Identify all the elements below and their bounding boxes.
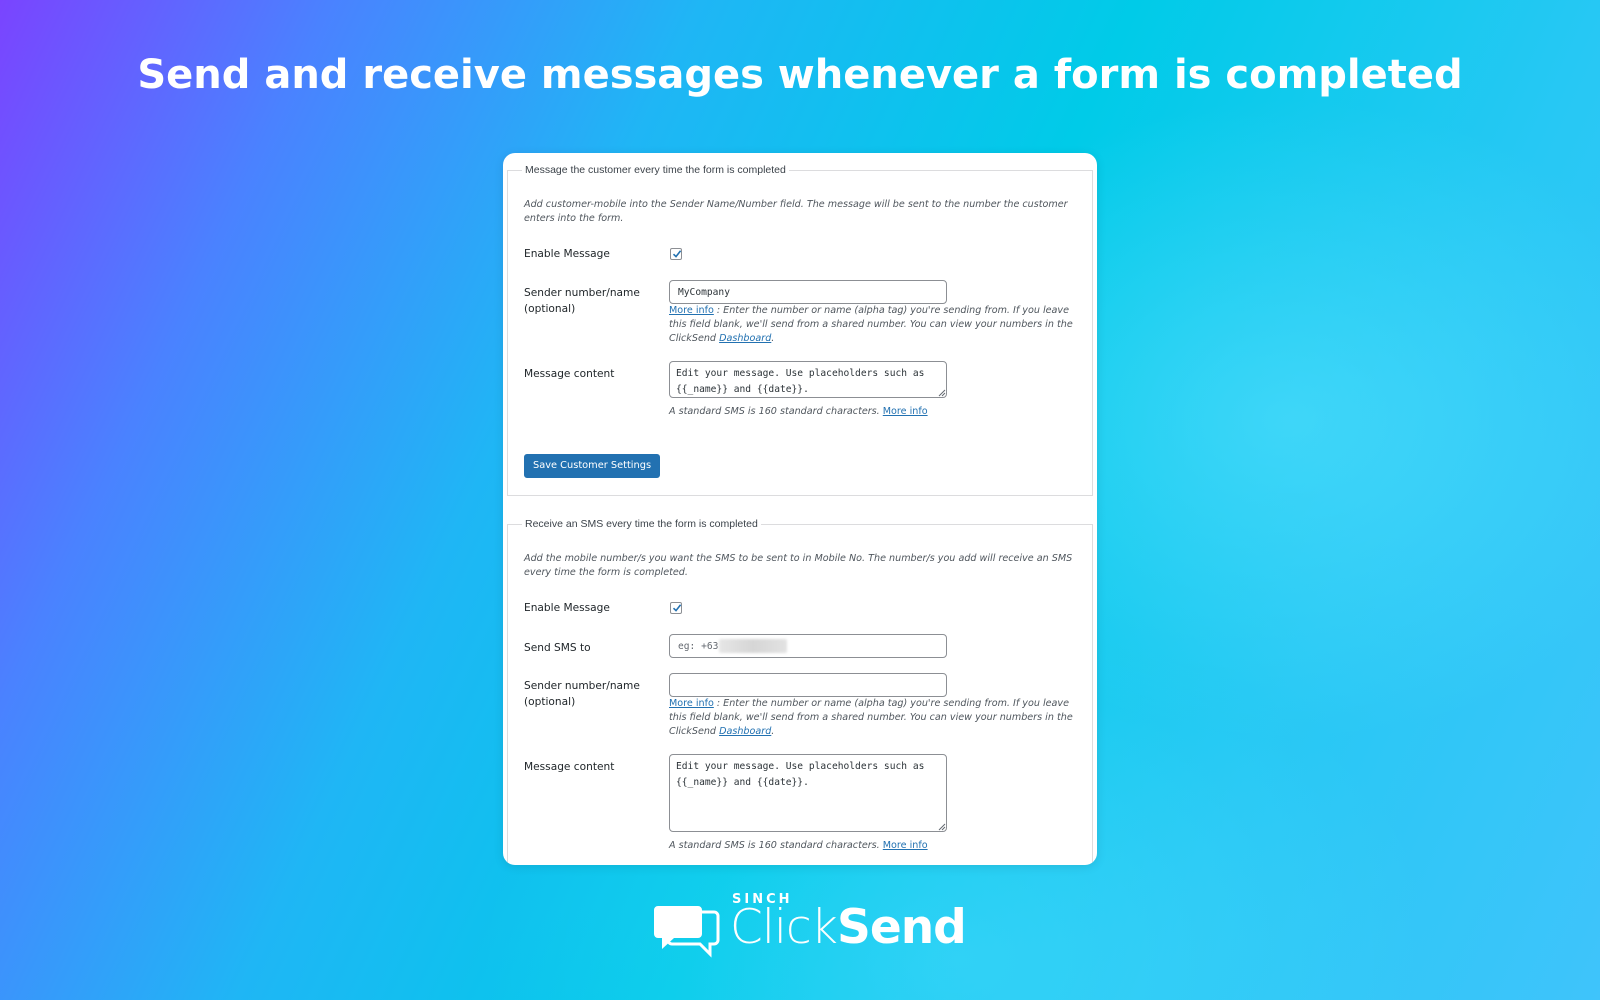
customer-sender-help: More info : Enter the number or name (al…	[669, 304, 1077, 346]
customer-section-legend: Message the customer every time the form…	[525, 164, 786, 176]
receive-sender-label: Sender number/name (optional)	[524, 680, 640, 708]
customer-sms-more-info-link[interactable]: More info	[883, 406, 928, 417]
customer-message-section: Message the customer every time the form…	[507, 164, 1093, 496]
save-customer-settings-button[interactable]: Save Customer Settings	[524, 454, 661, 478]
receive-sms-more-info-link[interactable]: More info	[883, 840, 928, 851]
receive-enable-checkbox[interactable]	[670, 602, 682, 614]
customer-dashboard-link[interactable]: Dashboard	[719, 333, 771, 344]
customer-sender-label: Sender number/name (optional)	[524, 287, 640, 315]
receive-message-textarea[interactable]: Edit your message. Use placeholders such…	[669, 754, 947, 832]
customer-sender-more-info-link[interactable]: More info	[669, 305, 714, 316]
receive-sender-help: More info : Enter the number or name (al…	[669, 697, 1077, 739]
receive-sender-input[interactable]	[669, 673, 947, 697]
customer-sender-input[interactable]	[669, 280, 947, 304]
customer-sender-help-end: .	[771, 333, 775, 344]
customer-enable-checkbox[interactable]	[670, 248, 682, 260]
receive-enable-label: Enable Message	[524, 602, 610, 614]
customer-message-textarea[interactable]: Edit your message. Use placeholders such…	[669, 361, 947, 398]
receive-dashboard-link[interactable]: Dashboard	[719, 726, 771, 737]
receive-sms-note: A standard SMS is 160 standard character…	[669, 839, 1077, 853]
receive-message-label: Message content	[524, 761, 615, 773]
receive-section-legend: Receive an SMS every time the form is co…	[525, 518, 758, 530]
receive-sms-section: Receive an SMS every time the form is co…	[507, 518, 1093, 865]
checkmark-icon	[672, 250, 682, 258]
customer-enable-label: Enable Message	[524, 248, 610, 260]
clicksend-logo: SINCH ClickSend	[652, 892, 967, 962]
chat-bubbles-icon	[654, 906, 720, 958]
receive-section-description: Add the mobile number/s you want the SMS…	[524, 553, 1073, 578]
customer-sms-note-text: A standard SMS is 160 standard character…	[669, 406, 883, 417]
brand-send: Send	[837, 900, 967, 955]
receive-sendto-label: Send SMS to	[524, 642, 591, 654]
receive-sender-help-end: .	[771, 726, 775, 737]
customer-message-label: Message content	[524, 368, 615, 380]
resize-grip-icon[interactable]	[937, 388, 946, 397]
customer-section-description: Add customer-mobile into the Sender Name…	[524, 199, 1068, 224]
checkmark-icon	[672, 604, 682, 612]
settings-panel: Message the customer every time the form…	[503, 153, 1097, 865]
receive-sms-note-text: A standard SMS is 160 standard character…	[669, 840, 883, 851]
receive-sendto-input[interactable]	[669, 634, 947, 658]
customer-sms-note: A standard SMS is 160 standard character…	[669, 405, 1077, 419]
clicksend-wordmark: ClickSend	[730, 900, 967, 956]
page-headline: Send and receive messages whenever a for…	[137, 52, 1463, 98]
resize-grip-icon[interactable]	[937, 822, 946, 831]
receive-sender-more-info-link[interactable]: More info	[669, 698, 714, 709]
brand-click: Click	[730, 900, 838, 955]
redacted-number-overlay	[719, 639, 787, 653]
